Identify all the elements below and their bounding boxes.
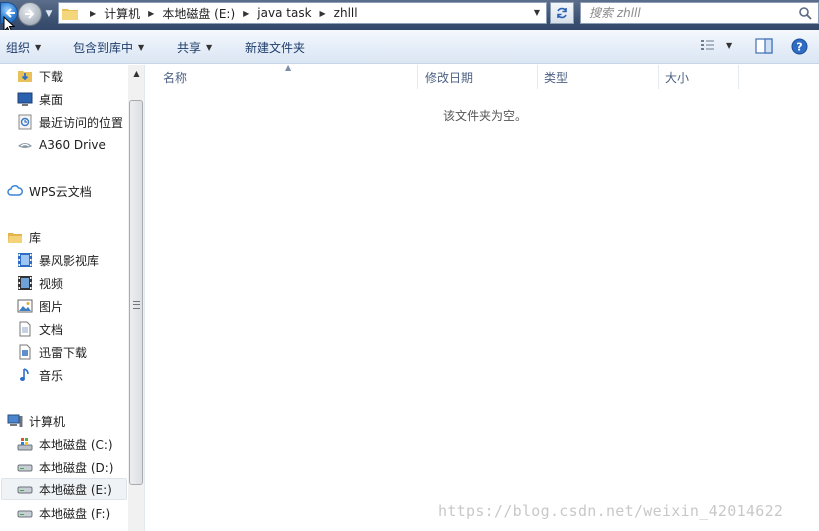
breadcrumb-java-task[interactable]: ▶ java task (235, 3, 311, 23)
sidebar-item-wps-cloud[interactable]: WPS云文档 (7, 180, 92, 202)
navigation-pane: 下载 桌面 最近访问的位置 A360 Drive WPS云文档 库 暴风影视库 … (0, 65, 145, 531)
sidebar-item-pictures[interactable]: 图片 (17, 295, 63, 317)
view-list-icon (701, 40, 714, 50)
address-bar[interactable]: ▶ 计算机 ▶ 本地磁盘 (E:) ▶ java task ▶ zhlll ▼ (58, 2, 547, 24)
chevron-down-icon: ▼ (206, 43, 213, 52)
view-options-button[interactable]: ▼ (700, 38, 732, 52)
scrollbar-thumb[interactable] (129, 100, 143, 485)
sidebar-item-a360-drive[interactable]: A360 Drive (17, 134, 106, 156)
watermark: https://blog.csdn.net/weixin_42014622 (438, 502, 784, 520)
chevron-right-icon[interactable]: ▶ (243, 9, 249, 18)
column-header-name[interactable]: 名称 (146, 65, 418, 89)
chevron-right-icon[interactable]: ▶ (320, 9, 326, 18)
preview-pane-button[interactable] (755, 38, 773, 54)
sidebar-item-music[interactable]: 音乐 (17, 364, 63, 386)
library-icon (7, 229, 23, 245)
download-folder-icon (17, 68, 33, 84)
navigation-bar: ▼ ▶ 计算机 ▶ 本地磁盘 (E:) ▶ java task ▶ zhlll … (0, 0, 819, 34)
file-list-pane[interactable]: ▲ 名称 修改日期 类型 大小 该文件夹为空。 (146, 63, 819, 531)
refresh-button[interactable] (550, 2, 574, 24)
address-history-dropdown-icon[interactable]: ▼ (530, 6, 544, 20)
help-button[interactable]: ? (791, 38, 808, 55)
share-button[interactable]: 共享 ▼ (177, 39, 212, 56)
organize-button[interactable]: 组织 ▼ (6, 39, 41, 56)
sidebar-item-videos[interactable]: 视频 (17, 272, 63, 294)
drive-icon (17, 481, 33, 497)
breadcrumb-zhlll[interactable]: ▶ zhlll (312, 3, 358, 23)
sidebar-item-computer[interactable]: 计算机 (7, 410, 65, 432)
search-icon[interactable] (798, 6, 812, 20)
sidebar-item-desktop[interactable]: 桌面 (17, 88, 63, 110)
video-library-icon (17, 252, 33, 268)
scroll-up-icon[interactable]: ▲ (128, 65, 144, 82)
sidebar-item-downloads[interactable]: 下载 (17, 65, 63, 87)
drive-icon (17, 505, 33, 521)
sidebar-item-libraries[interactable]: 库 (7, 226, 41, 248)
search-input[interactable] (589, 4, 799, 22)
refresh-icon (557, 7, 567, 19)
command-toolbar: 组织 ▼ 包含到库中 ▼ 共享 ▼ 新建文件夹 ▼ ? (0, 30, 819, 64)
chevron-down-icon[interactable]: ▼ (726, 41, 732, 50)
new-folder-button[interactable]: 新建文件夹 (245, 39, 305, 56)
thunder-download-icon (17, 344, 33, 360)
sidebar-item-documents[interactable]: 文档 (17, 318, 63, 340)
help-icon: ? (791, 38, 808, 55)
sidebar-item-thunder-downloads[interactable]: 迅雷下载 (17, 341, 87, 363)
grip-icon (133, 301, 140, 309)
column-header-date-modified[interactable]: 修改日期 (418, 65, 538, 89)
sidebar-item-baofeng-video-library[interactable]: 暴风影视库 (17, 249, 99, 271)
column-header-size[interactable]: 大小 (659, 65, 739, 89)
chevron-down-icon: ▼ (35, 43, 42, 52)
computer-icon (7, 413, 23, 429)
chevron-down-icon: ▼ (138, 43, 145, 52)
chevron-right-icon[interactable]: ▶ (90, 9, 96, 18)
preview-pane-icon (755, 38, 773, 54)
svg-text:?: ? (796, 41, 802, 54)
a360-drive-icon (17, 137, 33, 153)
breadcrumb-drive-e[interactable]: ▶ 本地磁盘 (E:) (140, 3, 235, 23)
windows-drive-icon (17, 436, 33, 452)
music-icon (17, 367, 33, 383)
sidebar-item-drive-c[interactable]: 本地磁盘 (C:) (17, 433, 113, 455)
recent-places-icon (17, 114, 33, 130)
recent-pages-dropdown-icon[interactable]: ▼ (44, 7, 54, 21)
empty-folder-message: 该文件夹为空。 (443, 109, 528, 123)
video-icon (17, 275, 33, 291)
breadcrumb-computer[interactable]: ▶ 计算机 (86, 3, 140, 23)
search-box[interactable] (580, 2, 819, 24)
folder-icon (62, 8, 78, 20)
forward-arrow-icon (25, 9, 35, 19)
sidebar-item-recent-places[interactable]: 最近访问的位置 (17, 111, 123, 133)
column-header-type[interactable]: 类型 (538, 65, 659, 89)
chevron-right-icon[interactable]: ▶ (148, 9, 154, 18)
sidebar-scrollbar[interactable]: ▲ (128, 65, 144, 531)
include-in-library-button[interactable]: 包含到库中 ▼ (73, 39, 144, 56)
documents-icon (17, 321, 33, 337)
pictures-icon (17, 298, 33, 314)
desktop-icon (17, 91, 33, 107)
drive-icon (17, 459, 33, 475)
sidebar-item-drive-e[interactable]: 本地磁盘 (E:) (1, 478, 127, 500)
sidebar-item-drive-f[interactable]: 本地磁盘 (F:) (17, 502, 110, 524)
cloud-icon (7, 183, 23, 199)
forward-button[interactable] (18, 2, 42, 26)
sidebar-item-drive-d[interactable]: 本地磁盘 (D:) (17, 456, 113, 478)
